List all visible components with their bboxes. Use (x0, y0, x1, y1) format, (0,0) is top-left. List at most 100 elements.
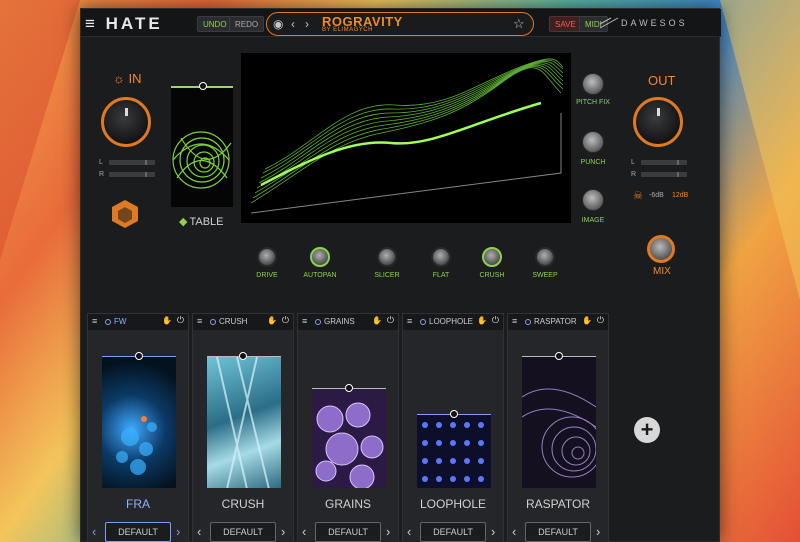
slot-name-raspator: RASPATOR (525, 497, 590, 511)
autopan-knob[interactable] (310, 247, 330, 267)
effect-slot-grains[interactable]: ≡ GRAINS ✋ ⏻ GRAINS ‹ DEFAULT › (297, 313, 399, 542)
slot-image-loophole[interactable] (417, 414, 491, 488)
previous-preset-arrow[interactable]: ‹ (512, 524, 516, 539)
output-label: OUT (648, 73, 676, 88)
drive-knob[interactable] (257, 247, 277, 267)
slot-handle[interactable] (555, 352, 563, 360)
slot-handle[interactable] (345, 384, 353, 392)
next-preset-arrow[interactable]: › (596, 524, 600, 539)
menu-icon[interactable]: ≡ (92, 316, 97, 326)
output-meter-l (641, 160, 687, 165)
menu-icon[interactable]: ≡ (407, 316, 412, 326)
header-bar: ≡ HATE UNDO REDO ◉ ‹ › ROGRAVITY BY ELIM… (81, 9, 721, 37)
punch-label: PUNCH (580, 159, 606, 166)
previous-preset-arrow[interactable]: ‹ (302, 524, 306, 539)
slot-preset-select[interactable]: DEFAULT (105, 522, 171, 542)
power-icon[interactable]: ⏻ (492, 315, 499, 326)
star-icon[interactable]: ☆ (513, 16, 525, 32)
slot-image-fra[interactable] (102, 356, 176, 488)
crush-label: CRUSH (479, 272, 505, 279)
image-knob[interactable] (582, 189, 604, 211)
sun-icon: ☼ (113, 71, 125, 86)
output-db-high[interactable]: 12dB (672, 192, 688, 199)
save-button[interactable]: SAVE (549, 16, 582, 32)
hand-icon[interactable]: ✋ (267, 316, 277, 325)
meter-label-l: L (631, 159, 635, 166)
slot-handle[interactable] (239, 352, 247, 360)
slot-dot-icon (525, 319, 531, 325)
hand-icon[interactable]: ✋ (372, 316, 382, 325)
slot-dot-icon (105, 319, 111, 325)
punch-knob[interactable] (582, 131, 604, 153)
pitch-fix-label: PITCH FIX (576, 99, 610, 106)
power-icon[interactable]: ⏻ (597, 315, 604, 326)
slot-dot-icon (315, 319, 321, 325)
next-preset-arrow[interactable]: › (386, 524, 390, 539)
crush-knob[interactable] (482, 247, 502, 267)
slot-header: ≡ GRAINS ✋ ⏻ (298, 314, 398, 330)
table-label[interactable]: ◆ TABLE (179, 215, 224, 228)
pitch-fix-knob[interactable] (582, 73, 604, 95)
table-image[interactable] (171, 86, 233, 207)
app-logo: ≡ HATE (85, 14, 163, 33)
menu-icon[interactable]: ≡ (197, 316, 202, 326)
preset-author: BY ELIMAGYCH (322, 27, 373, 33)
slot-preset-select[interactable]: DEFAULT (210, 522, 276, 542)
flat-knob[interactable] (431, 247, 451, 267)
power-icon[interactable]: ⏻ (282, 315, 289, 326)
previous-preset-arrow[interactable]: ‹ (92, 524, 96, 539)
meter-label-l: L (99, 159, 103, 166)
input-gain-knob[interactable] (101, 97, 151, 147)
previous-preset-arrow[interactable]: ‹ (197, 524, 201, 539)
slot-name-crush: CRUSH (221, 497, 265, 511)
chevron-right-icon[interactable]: › (305, 17, 309, 31)
table-handle[interactable] (199, 82, 207, 90)
slot-image-raspator[interactable] (522, 356, 596, 488)
chevron-left-icon[interactable]: ‹ (291, 17, 295, 31)
skull-icon[interactable]: ☠ (633, 189, 643, 202)
slot-preset-select[interactable]: DEFAULT (420, 522, 486, 542)
slot-image-grains[interactable] (312, 388, 386, 488)
effect-slot-crush[interactable]: ≡ CRUSH ✋ ⏻ CRUSH ‹ DEFAULT › (192, 313, 294, 542)
sweep-label: SWEEP (532, 272, 558, 279)
add-effect-button[interactable]: + (634, 417, 660, 443)
slot-handle[interactable] (135, 352, 143, 360)
mix-knob[interactable] (647, 235, 675, 263)
power-icon[interactable]: ⏻ (387, 315, 394, 326)
previous-preset-arrow[interactable]: ‹ (407, 524, 411, 539)
power-icon[interactable]: ⏻ (177, 315, 184, 326)
effect-slot-fw[interactable]: ≡ FW ✋ ⏻ FRA ‹ DEFAULT › (87, 313, 189, 542)
slot-name-fra: FRA (126, 497, 150, 511)
menu-icon[interactable]: ≡ (302, 316, 307, 326)
slot-handle[interactable] (450, 410, 458, 418)
slot-title: FW (105, 317, 126, 326)
hand-icon[interactable]: ✋ (582, 316, 592, 325)
randomize-cube-icon[interactable] (111, 199, 139, 229)
redo-button[interactable]: REDO (229, 16, 265, 32)
next-preset-arrow[interactable]: › (491, 524, 495, 539)
slot-dot-icon (210, 319, 216, 325)
output-db-low[interactable]: -6dB (649, 192, 664, 199)
effect-slot-raspator[interactable]: ≡ RASPATOR ✋ ⏻ RASPATOR ‹ DEFAULT › (507, 313, 609, 542)
hand-icon[interactable]: ✋ (477, 316, 487, 325)
menu-icon[interactable]: ≡ (512, 316, 517, 326)
input-meter-l (109, 160, 155, 165)
effect-slot-loophole[interactable]: ≡ LOOPHOLE ✋ ⏻ LOOPHOLE ‹ DEFAULT › (402, 313, 504, 542)
preset-browser[interactable]: ◉ ‹ › ROGRAVITY BY ELIMAGYCH ☆ (266, 12, 534, 36)
sweep-knob[interactable] (535, 247, 555, 267)
slot-image-crush[interactable] (207, 356, 281, 488)
meter-label-r: R (99, 171, 105, 178)
brand-logo-icon (599, 17, 619, 29)
slot-title: RASPATOR (525, 317, 577, 326)
slicer-knob[interactable] (377, 247, 397, 267)
hand-icon[interactable]: ✋ (162, 316, 172, 325)
slot-preset-select[interactable]: DEFAULT (525, 522, 591, 542)
disc-icon[interactable]: ◉ (273, 17, 283, 31)
output-gain-knob[interactable] (633, 97, 683, 147)
next-preset-arrow[interactable]: › (176, 524, 180, 539)
slicer-label: SLICER (374, 272, 400, 279)
next-preset-arrow[interactable]: › (281, 524, 285, 539)
slot-preset-select[interactable]: DEFAULT (315, 522, 381, 542)
brand-name: DAWESOS (621, 18, 688, 28)
undo-button[interactable]: UNDO (197, 16, 233, 32)
